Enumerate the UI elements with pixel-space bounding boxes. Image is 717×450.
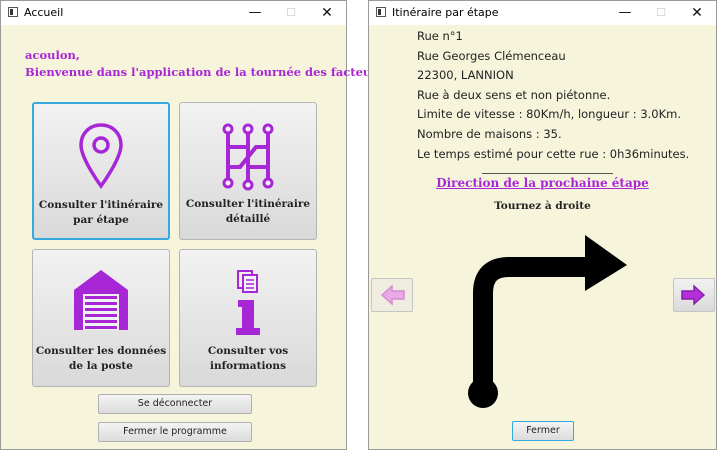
garage-icon — [74, 270, 128, 330]
title-bar[interactable]: Itinéraire par étape — ☐ ✕ — [369, 1, 716, 25]
street-speed-length: Limite de vitesse : 80Km/h, longueur : 3… — [417, 107, 682, 122]
close-button[interactable]: ✕ — [312, 3, 342, 23]
welcome-user: acoulon, — [25, 48, 80, 62]
post-data-button[interactable]: Consulter les données de la poste — [32, 249, 170, 387]
window-title: Itinéraire par étape — [392, 6, 499, 19]
home-window: Accueil — ☐ ✕ acoulon, Bienvenue dans l'… — [0, 0, 393, 450]
street-city: 22300, LANNION — [417, 68, 514, 83]
info-icon — [236, 270, 260, 335]
maximize-button[interactable]: ☐ — [646, 3, 676, 23]
step-itinerary-window: Itinéraire par étape — ☐ ✕ Rue n°1 Rue G… — [368, 0, 717, 450]
street-houses: Nombre de maisons : 35. — [417, 126, 562, 141]
street-name: Rue Georges Clémenceau — [417, 48, 566, 63]
tile-label: Consulter les données de la poste — [35, 345, 167, 372]
step-itinerary-button[interactable]: Consulter l'itinéraire par étape — [32, 102, 170, 240]
arrow-right-icon — [681, 284, 706, 306]
quit-program-button[interactable]: Fermer le programme — [98, 422, 252, 442]
my-info-button[interactable]: Consulter vos informations — [179, 249, 317, 387]
arrow-left-icon — [380, 284, 405, 306]
window-icon — [8, 7, 18, 17]
direction-title: Direction de la prochaine étape — [436, 176, 649, 190]
minimize-button[interactable]: — — [240, 3, 270, 23]
logout-button[interactable]: Se déconnecter — [98, 394, 252, 414]
turn-right-arrow-icon — [468, 235, 627, 408]
separator — [482, 173, 613, 174]
welcome-text: acoulon, Bienvenue dans l'application de… — [25, 47, 393, 81]
maximize-button[interactable]: ☐ — [276, 3, 306, 23]
tile-label: Consulter l'itinéraire détaillé — [185, 198, 311, 225]
tile-label: Consulter vos informations — [207, 345, 289, 372]
street-number: Rue n°1 — [417, 29, 463, 43]
title-bar[interactable]: Accueil — ☐ ✕ — [1, 1, 346, 25]
next-step-button[interactable] — [673, 278, 715, 312]
close-window-button[interactable]: Fermer — [512, 421, 574, 441]
street-time: Le temps estimé pour cette rue : 0h36min… — [417, 146, 690, 161]
minimize-button[interactable]: — — [610, 3, 640, 23]
window-title: Accueil — [24, 6, 64, 19]
welcome-message: Bienvenue dans l'application de la tourn… — [25, 65, 393, 79]
close-button[interactable]: ✕ — [682, 3, 712, 23]
street-info: Rue n°1 Rue Georges Clémenceau 22300, LA… — [417, 27, 689, 164]
direction-instruction: Tournez à droite — [494, 200, 591, 212]
street-type: Rue à deux sens et non piétonne. — [417, 87, 611, 102]
map-pin-icon — [79, 123, 123, 189]
detailed-itinerary-button[interactable]: Consulter l'itinéraire détaillé — [179, 102, 317, 240]
previous-step-button[interactable] — [371, 278, 413, 312]
tile-label: Consulter l'itinéraire par étape — [38, 199, 164, 226]
route-icon — [222, 123, 274, 191]
window-icon — [376, 7, 386, 17]
